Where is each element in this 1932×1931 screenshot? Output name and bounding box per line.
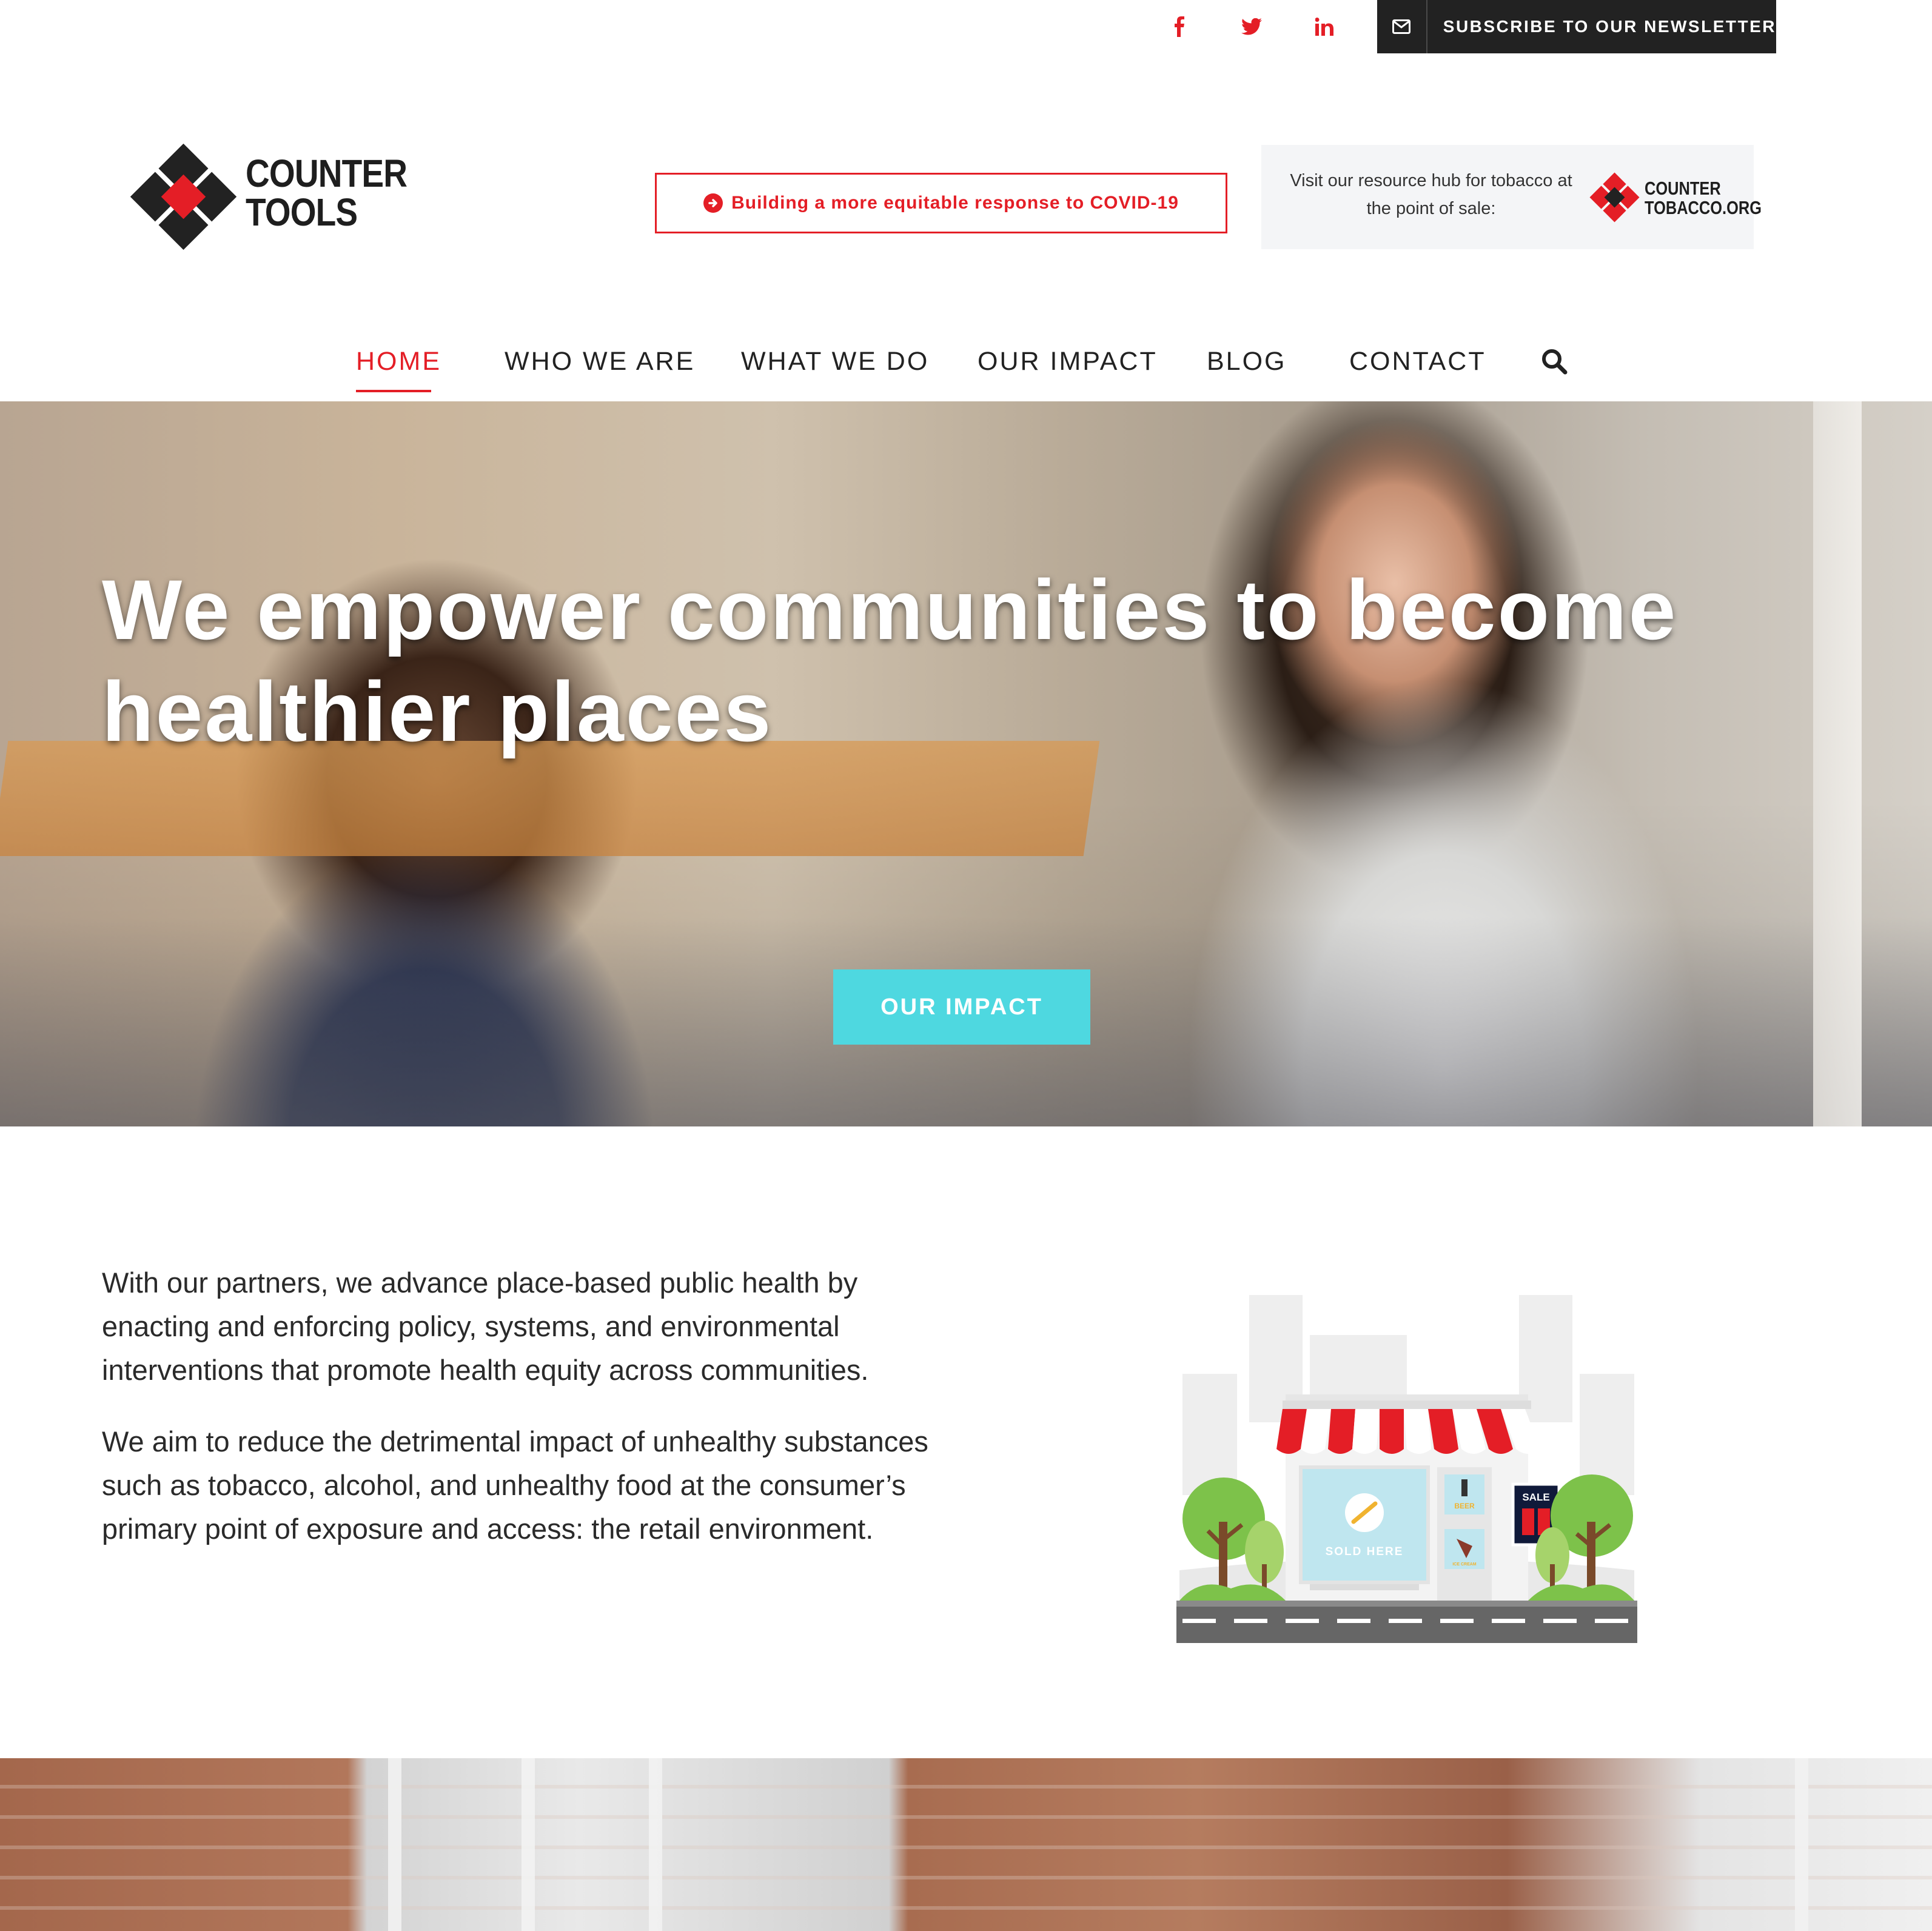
resource-hub-box: Visit our resource hub for tobacco at th…: [1261, 145, 1762, 249]
nav-contact[interactable]: CONTACT: [1349, 347, 1486, 376]
top-bar: SUBSCRIBE TO OUR NEWSLETTER: [0, 0, 1932, 53]
counter-tobacco-mark-icon: [1589, 172, 1640, 223]
covid-response-link[interactable]: Building a more equitable response to CO…: [655, 173, 1227, 233]
arrow-circle-right-icon: [703, 193, 723, 213]
sale-text: SALE: [1522, 1491, 1549, 1503]
beer-text: BEER: [1454, 1502, 1475, 1510]
nav-active-underline: [356, 390, 431, 392]
hub-logo-line-1: COUNTER: [1645, 178, 1721, 199]
nav-home[interactable]: HOME: [356, 347, 441, 376]
facebook-icon[interactable]: [1142, 0, 1215, 53]
nav-our-impact[interactable]: OUR IMPACT: [978, 347, 1158, 376]
band-window-frame: [388, 1758, 401, 1931]
band-window-frame: [1795, 1758, 1808, 1931]
band-window-frame: [649, 1758, 662, 1931]
subscribe-newsletter-button[interactable]: SUBSCRIBE TO OUR NEWSLETTER: [1377, 0, 1776, 53]
twitter-icon[interactable]: [1215, 0, 1288, 53]
nav-what-we-do[interactable]: WHAT WE DO: [741, 347, 929, 376]
hero-title: We empower communities to become healthi…: [102, 562, 1678, 759]
logo-line-1: COUNTER: [246, 152, 408, 195]
storefront-illustration: SOLD HERE BEER ICE CREAM SALE: [1176, 1295, 1637, 1643]
bottom-photo-band: [0, 1758, 1932, 1931]
nav-blog[interactable]: BLOG: [1207, 347, 1287, 376]
newsletter-label: SUBSCRIBE TO OUR NEWSLETTER: [1443, 17, 1776, 36]
logo-text: COUNTER TOOLS: [246, 152, 408, 234]
intro-paragraph-1: With our partners, we advance place-base…: [102, 1267, 869, 1386]
hero-photo-pillar: [1813, 401, 1862, 1126]
hub-logo-text: COUNTER TOBACCO.ORG: [1645, 179, 1762, 218]
hub-logo-line-2: TOBACCO.ORG: [1645, 197, 1762, 218]
covid-link-label: Building a more equitable response to CO…: [731, 193, 1179, 213]
hub-text: Visit our resource hub for tobacco at th…: [1290, 171, 1572, 218]
ice-cream-text: ICE CREAM: [1452, 1562, 1476, 1567]
linkedin-icon[interactable]: [1288, 0, 1361, 53]
intro-paragraph-2: We aim to reduce the detrimental impact …: [102, 1425, 928, 1545]
envelope-icon: [1377, 0, 1427, 53]
logo-line-2: TOOLS: [246, 190, 358, 234]
band-window-frame: [522, 1758, 535, 1931]
counter-tools-logo[interactable]: COUNTER TOOLS: [127, 141, 412, 253]
nav-who-we-are[interactable]: WHO WE ARE: [505, 347, 695, 376]
hero-banner: We empower communities to become healthi…: [0, 401, 1932, 1126]
logo-mark-icon: [130, 143, 237, 250]
main-nav: HOME WHO WE ARE WHAT WE DO OUR IMPACT BL…: [0, 327, 1932, 400]
sold-here-text: SOLD HERE: [1326, 1545, 1404, 1558]
counter-tobacco-logo[interactable]: COUNTER TOBACCO.ORG: [1589, 172, 1762, 223]
our-impact-button[interactable]: OUR IMPACT: [833, 969, 1090, 1045]
intro-section: With our partners, we advance place-base…: [102, 1261, 963, 1579]
band-brick-texture: [0, 1758, 1932, 1931]
search-icon[interactable]: [1539, 343, 1569, 380]
